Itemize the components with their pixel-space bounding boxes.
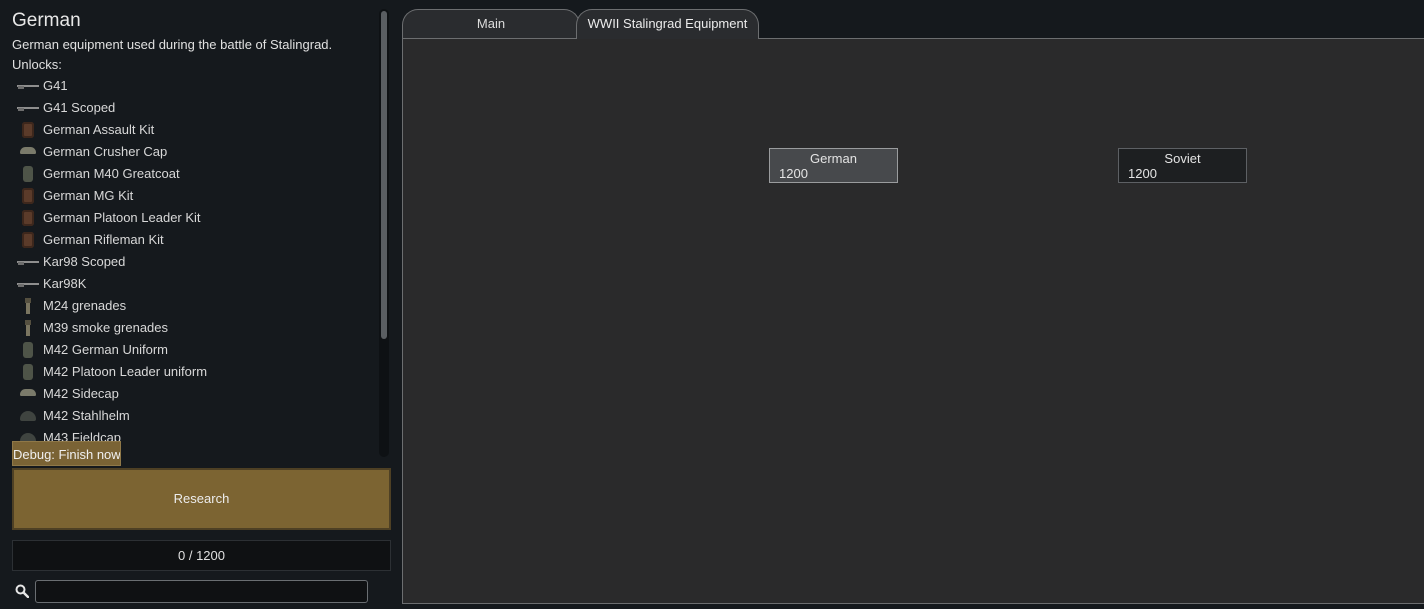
kit-icon xyxy=(16,210,40,226)
unlocks-heading: Unlocks: xyxy=(12,57,62,72)
unlock-item-label: M24 grenades xyxy=(43,298,127,313)
unlock-item[interactable]: M39 smoke grenades xyxy=(12,317,376,339)
unlock-item[interactable]: G41 Scoped xyxy=(12,97,376,119)
unlock-item-label: German Crusher Cap xyxy=(43,144,168,159)
unlock-item-label: G41 Scoped xyxy=(43,100,116,115)
unlock-item-label: M42 Platoon Leader uniform xyxy=(43,364,208,379)
node-cost: 1200 xyxy=(779,166,808,181)
coat-icon xyxy=(16,364,40,380)
unlock-item[interactable]: M42 Stahlhelm xyxy=(12,405,376,427)
cap-icon xyxy=(16,386,40,402)
node-name: German xyxy=(810,151,857,166)
rifle-icon xyxy=(16,254,40,270)
unlock-item[interactable]: M42 Sidecap xyxy=(12,383,376,405)
grenade-icon xyxy=(16,320,40,336)
research-node-german[interactable]: German 1200 xyxy=(769,148,898,183)
unlock-item[interactable]: M42 Platoon Leader uniform xyxy=(12,361,376,383)
unlock-item[interactable]: German MG Kit xyxy=(12,185,376,207)
unlock-item[interactable]: German M40 Greatcoat xyxy=(12,163,376,185)
research-tree-canvas: German 1200 Soviet 1200 xyxy=(402,38,1424,604)
unlock-item[interactable]: German Platoon Leader Kit xyxy=(12,207,376,229)
unlock-item-label: M39 smoke grenades xyxy=(43,320,169,335)
rifle-icon xyxy=(16,78,40,94)
unlock-item[interactable]: German Rifleman Kit xyxy=(12,229,376,251)
helmet-icon xyxy=(16,408,40,424)
tab-main[interactable]: Main xyxy=(402,9,580,38)
debug-finish-now-button[interactable]: Debug: Finish now xyxy=(12,441,121,466)
unlock-item-label: Kar98K xyxy=(43,276,87,291)
research-node-soviet[interactable]: Soviet 1200 xyxy=(1118,148,1247,183)
cap-icon xyxy=(16,144,40,160)
unlock-item-label: German M40 Greatcoat xyxy=(43,166,180,181)
rifle-icon xyxy=(16,276,40,292)
rifle-icon xyxy=(16,100,40,116)
research-button[interactable]: Research xyxy=(12,468,391,530)
unlock-item[interactable]: M24 grenades xyxy=(12,295,376,317)
kit-icon xyxy=(16,188,40,204)
unlock-item[interactable]: German Assault Kit xyxy=(12,119,376,141)
search-input[interactable] xyxy=(35,580,368,603)
unlocks-list: G41 G41 Scoped German Assault Kit German Cr… xyxy=(12,75,376,443)
research-info-panel: German German equipment used during the … xyxy=(0,0,400,609)
tab-wwii-stalingrad-equipment[interactable]: WWII Stalingrad Equipment xyxy=(576,9,759,39)
unlock-item[interactable]: M42 German Uniform xyxy=(12,339,376,361)
unlock-item[interactable]: G41 xyxy=(12,75,376,97)
kit-icon xyxy=(16,122,40,138)
unlock-item[interactable]: German Crusher Cap xyxy=(12,141,376,163)
coat-icon xyxy=(16,166,40,182)
unlock-item-label: German Platoon Leader Kit xyxy=(43,210,201,225)
project-description: German equipment used during the battle … xyxy=(12,37,333,52)
unlock-item-label: German MG Kit xyxy=(43,188,134,203)
unlock-item-label: German Assault Kit xyxy=(43,122,155,137)
unlock-item-label: Kar98 Scoped xyxy=(43,254,126,269)
unlock-item-label: M42 Stahlhelm xyxy=(43,408,130,423)
coat-icon xyxy=(16,342,40,358)
unlocks-scrollbar-thumb[interactable] xyxy=(381,11,387,339)
unlock-item[interactable]: Kar98 Scoped xyxy=(12,251,376,273)
unlock-item-label: M42 German Uniform xyxy=(43,342,168,357)
unlock-item-label: M42 Sidecap xyxy=(43,386,119,401)
unlock-item-label: German Rifleman Kit xyxy=(43,232,164,247)
unlock-item-label: G41 xyxy=(43,78,68,93)
node-name: Soviet xyxy=(1164,151,1201,166)
research-progress: 0 / 1200 xyxy=(12,540,391,571)
search-icon xyxy=(15,584,29,598)
kit-icon xyxy=(16,232,40,248)
project-title: German xyxy=(12,10,81,31)
node-cost: 1200 xyxy=(1128,166,1157,181)
grenade-icon xyxy=(16,298,40,314)
unlock-item[interactable]: Kar98K xyxy=(12,273,376,295)
